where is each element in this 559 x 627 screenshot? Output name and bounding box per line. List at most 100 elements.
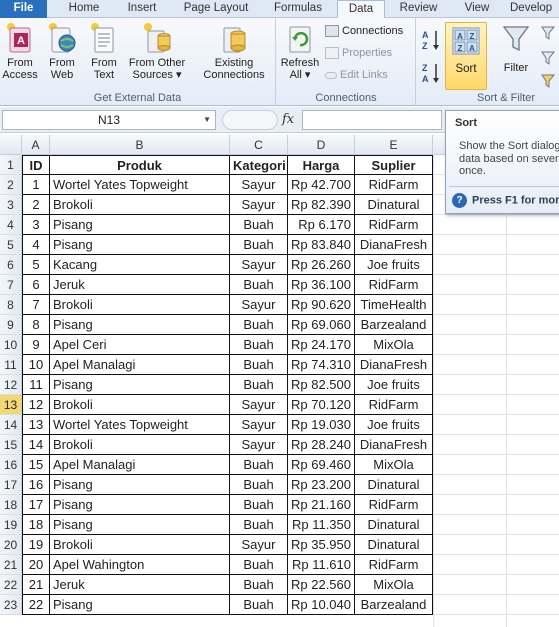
- cell-id[interactable]: 5: [22, 255, 50, 275]
- sort-z-to-a-icon[interactable]: Z A: [421, 61, 441, 85]
- header-cell-kategori[interactable]: Kategori: [230, 155, 288, 175]
- row-header-5[interactable]: 5: [0, 235, 22, 255]
- row-header-15[interactable]: 15: [0, 435, 22, 455]
- row-header-19[interactable]: 19: [0, 515, 22, 535]
- header-cell-harga[interactable]: Harga: [288, 155, 355, 175]
- cell-id[interactable]: 13: [22, 415, 50, 435]
- cell-suplier[interactable]: RidFarm: [355, 175, 433, 195]
- cell-suplier[interactable]: Joe fruits: [355, 375, 433, 395]
- cell-kategori[interactable]: Sayur: [230, 295, 288, 315]
- cell-kategori[interactable]: Buah: [230, 495, 288, 515]
- column-header-e[interactable]: E: [355, 135, 433, 155]
- refresh-all-button[interactable]: Refresh All ▾: [279, 22, 321, 90]
- cell-kategori[interactable]: Buah: [230, 355, 288, 375]
- cell-harga[interactable]: Rp 35.950: [288, 535, 355, 555]
- cell-produk[interactable]: Apel Ceri: [50, 335, 230, 355]
- cell-kategori[interactable]: Buah: [230, 575, 288, 595]
- cell-produk[interactable]: Brokoli: [50, 295, 230, 315]
- row-header-23[interactable]: 23: [0, 595, 22, 615]
- cell-harga[interactable]: Rp 10.040: [288, 595, 355, 615]
- cell-produk[interactable]: Brokoli: [50, 395, 230, 415]
- cell-kategori[interactable]: Buah: [230, 275, 288, 295]
- clear-filter-icon[interactable]: [540, 24, 558, 42]
- cell-suplier[interactable]: RidFarm: [355, 395, 433, 415]
- sort-a-to-z-icon[interactable]: A Z: [421, 28, 441, 52]
- cell-id[interactable]: 18: [22, 515, 50, 535]
- cell-harga[interactable]: Rp 6.170: [288, 215, 355, 235]
- cell-suplier[interactable]: RidFarm: [355, 555, 433, 575]
- cell-produk[interactable]: Wortel Yates Topweight: [50, 415, 230, 435]
- cell-id[interactable]: 12: [22, 395, 50, 415]
- cell-produk[interactable]: Jeruk: [50, 575, 230, 595]
- cell-id[interactable]: 10: [22, 355, 50, 375]
- row-header-1[interactable]: 1: [0, 155, 22, 175]
- row-header-2[interactable]: 2: [0, 175, 22, 195]
- cell-harga[interactable]: Rp 11.350: [288, 515, 355, 535]
- row-header-14[interactable]: 14: [0, 415, 22, 435]
- from-web-button[interactable]: From Web: [42, 22, 82, 90]
- cell-suplier[interactable]: Barzealand: [355, 595, 433, 615]
- cell-produk[interactable]: Pisang: [50, 515, 230, 535]
- cell-id[interactable]: 6: [22, 275, 50, 295]
- cell-harga[interactable]: Rp 70.120: [288, 395, 355, 415]
- edit-links-button[interactable]: Edit Links: [325, 66, 388, 84]
- row-header-3[interactable]: 3: [0, 195, 22, 215]
- row-header-7[interactable]: 7: [0, 275, 22, 295]
- cell-harga[interactable]: Rp 24.170: [288, 335, 355, 355]
- cell-suplier[interactable]: MixOla: [355, 455, 433, 475]
- select-all-corner[interactable]: [0, 135, 22, 155]
- tab-page-layout[interactable]: Page Layout: [177, 0, 255, 18]
- tab-insert[interactable]: Insert: [117, 0, 167, 18]
- name-box-dropdown-icon[interactable]: ▼: [203, 111, 211, 129]
- cell-produk[interactable]: Apel Manalagi: [50, 455, 230, 475]
- cell-produk[interactable]: Kacang: [50, 255, 230, 275]
- column-header-b[interactable]: B: [50, 135, 230, 155]
- row-header-13[interactable]: 13: [0, 395, 22, 415]
- tab-home[interactable]: Home: [58, 0, 110, 18]
- cell-produk[interactable]: Pisang: [50, 235, 230, 255]
- cell-harga[interactable]: Rp 69.060: [288, 315, 355, 335]
- cell-kategori[interactable]: Sayur: [230, 195, 288, 215]
- cell-kategori[interactable]: Buah: [230, 215, 288, 235]
- row-header-6[interactable]: 6: [0, 255, 22, 275]
- cell-suplier[interactable]: RidFarm: [355, 495, 433, 515]
- header-cell-suplier[interactable]: Suplier: [355, 155, 433, 175]
- cell-id[interactable]: 20: [22, 555, 50, 575]
- tab-view[interactable]: View: [455, 0, 499, 18]
- cell-kategori[interactable]: Buah: [230, 515, 288, 535]
- cell-id[interactable]: 8: [22, 315, 50, 335]
- cell-suplier[interactable]: RidFarm: [355, 275, 433, 295]
- cell-produk[interactable]: Jeruk: [50, 275, 230, 295]
- cell-harga[interactable]: Rp 36.100: [288, 275, 355, 295]
- cell-suplier[interactable]: Joe fruits: [355, 415, 433, 435]
- row-header-9[interactable]: 9: [0, 315, 22, 335]
- cell-suplier[interactable]: Dinatural: [355, 475, 433, 495]
- tab-developer[interactable]: Develop: [510, 0, 559, 18]
- insert-function-icon[interactable]: fx: [282, 112, 294, 127]
- cell-suplier[interactable]: Barzealand: [355, 315, 433, 335]
- cell-harga[interactable]: Rp 28.240: [288, 435, 355, 455]
- cell-kategori[interactable]: Buah: [230, 595, 288, 615]
- row-header-20[interactable]: 20: [0, 535, 22, 555]
- advanced-filter-icon[interactable]: [540, 72, 558, 90]
- cell-harga[interactable]: Rp 82.390: [288, 195, 355, 215]
- cell-produk[interactable]: Brokoli: [50, 535, 230, 555]
- cell-suplier[interactable]: DianaFresh: [355, 235, 433, 255]
- formula-input[interactable]: [302, 110, 442, 130]
- cell-harga[interactable]: Rp 26.260: [288, 255, 355, 275]
- tab-data[interactable]: Data: [337, 0, 385, 19]
- cell-kategori[interactable]: Buah: [230, 555, 288, 575]
- cell-id[interactable]: 17: [22, 495, 50, 515]
- cell-suplier[interactable]: DianaFresh: [355, 355, 433, 375]
- column-header-a[interactable]: A: [22, 135, 50, 155]
- cell-harga[interactable]: Rp 22.560: [288, 575, 355, 595]
- cell-id[interactable]: 4: [22, 235, 50, 255]
- cell-id[interactable]: 7: [22, 295, 50, 315]
- column-header-c[interactable]: C: [230, 135, 288, 155]
- cell-suplier[interactable]: RidFarm: [355, 215, 433, 235]
- cell-produk[interactable]: Pisang: [50, 375, 230, 395]
- cell-harga[interactable]: Rp 21.160: [288, 495, 355, 515]
- existing-connections-button[interactable]: Existing Connections: [196, 22, 272, 90]
- cell-kategori[interactable]: Buah: [230, 235, 288, 255]
- cell-kategori[interactable]: Sayur: [230, 535, 288, 555]
